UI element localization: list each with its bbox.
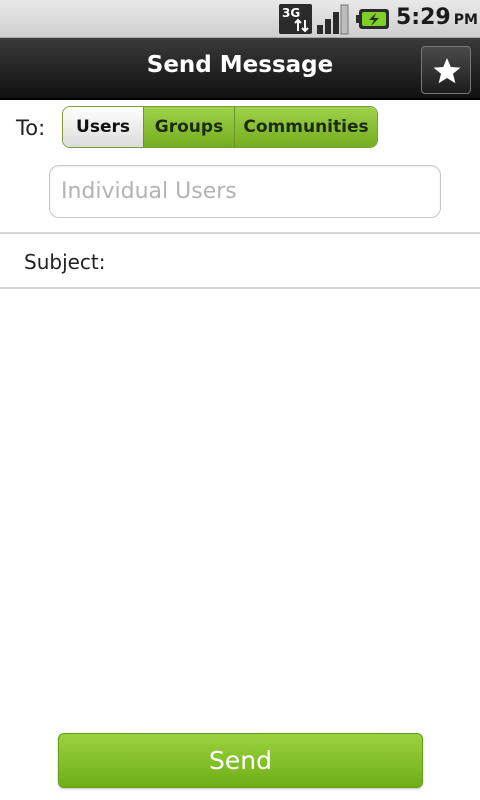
page-title: Send Message <box>146 52 334 78</box>
send-button[interactable]: Send <box>58 733 423 788</box>
to-label: To: <box>16 116 46 140</box>
svg-text:3G: 3G <box>282 6 300 20</box>
battery-charging-icon <box>356 8 390 30</box>
3g-data-icon: 3G <box>279 4 312 34</box>
status-bar: 3G 5:29 PM <box>0 0 480 38</box>
clock-ampm: PM <box>453 12 478 28</box>
title-bar: Send Message <box>0 38 480 100</box>
divider <box>0 232 480 234</box>
message-body-input[interactable] <box>0 289 480 719</box>
tab-users[interactable]: Users <box>63 107 143 147</box>
tab-groups[interactable]: Groups <box>143 107 234 147</box>
favorite-button[interactable] <box>421 46 471 94</box>
tab-communities[interactable]: Communities <box>234 107 377 147</box>
clock-time: 5:29 <box>396 5 451 30</box>
recipient-type-selector: Users Groups Communities <box>62 106 378 148</box>
signal-strength-icon <box>316 3 350 35</box>
subject-input[interactable] <box>110 240 470 284</box>
subject-label: Subject: <box>24 250 106 274</box>
clock: 5:29 PM <box>396 5 478 30</box>
individual-users-input[interactable] <box>49 165 441 218</box>
star-icon <box>433 58 461 84</box>
